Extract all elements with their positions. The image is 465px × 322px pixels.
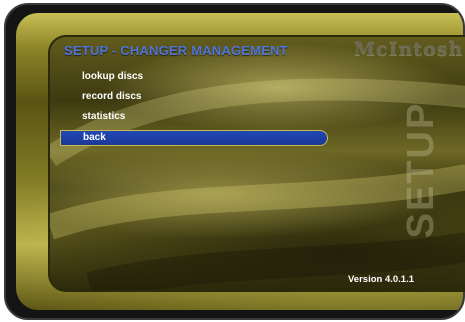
menu-item-record-discs[interactable]: record discs bbox=[60, 87, 328, 107]
menu-item-back[interactable]: back bbox=[60, 130, 328, 146]
setup-vertical-text: SETUP bbox=[400, 102, 442, 239]
setup-vertical-label: SETUP bbox=[400, 102, 442, 239]
menu-item-statistics[interactable]: statistics bbox=[60, 107, 328, 127]
page-title: SETUP - CHANGER MANAGEMENT bbox=[64, 43, 288, 58]
setup-menu: lookup discs record discs statistics bac… bbox=[60, 67, 328, 146]
menu-item-lookup-discs[interactable]: lookup discs bbox=[60, 67, 328, 87]
mcintosh-logo: McIntosh bbox=[354, 38, 464, 60]
version-label: Version 4.0.1.1 bbox=[348, 274, 415, 285]
